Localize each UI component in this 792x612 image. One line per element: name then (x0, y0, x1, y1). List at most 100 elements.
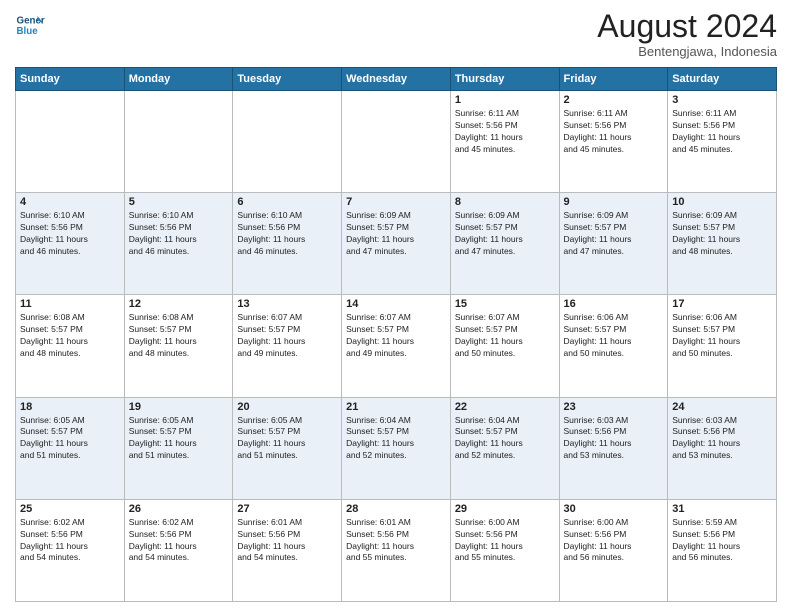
day-number: 11 (20, 298, 120, 310)
weekday-header-tuesday: Tuesday (233, 68, 342, 91)
calendar-cell: 30Sunrise: 6:00 AM Sunset: 5:56 PM Dayli… (559, 499, 668, 601)
day-number: 2 (564, 94, 664, 106)
calendar-cell: 9 Sunrise: 6:09 AM Sunset: 5:57 PM Daylig… (559, 193, 668, 295)
day-number: 22 (455, 401, 555, 413)
day-number: 15 (455, 298, 555, 310)
calendar-cell: 7 Sunrise: 6:09 AM Sunset: 5:57 PM Daylig… (342, 193, 451, 295)
calendar-cell: 18Sunrise: 6:05 AM Sunset: 5:57 PM Dayli… (16, 397, 125, 499)
day-info: Sunrise: 6:01 AM Sunset: 5:56 PM Dayligh… (346, 517, 446, 565)
day-info: Sunrise: 6:06 AM Sunset: 5:57 PM Dayligh… (564, 312, 664, 360)
month-year: August 2024 (597, 10, 777, 42)
day-number: 20 (237, 401, 337, 413)
calendar-cell: 17Sunrise: 6:06 AM Sunset: 5:57 PM Dayli… (668, 295, 777, 397)
day-info: Sunrise: 6:05 AM Sunset: 5:57 PM Dayligh… (129, 415, 229, 463)
day-info: Sunrise: 6:04 AM Sunset: 5:57 PM Dayligh… (455, 415, 555, 463)
calendar-cell: 31 Sunrise: 5:59 AM Sunset: 5:56 PM Dayli… (668, 499, 777, 601)
day-number: 26 (129, 503, 229, 515)
calendar-cell: 2Sunrise: 6:11 AM Sunset: 5:56 PM Daylig… (559, 91, 668, 193)
calendar-cell: 13 Sunrise: 6:07 AM Sunset: 5:57 PM Dayli… (233, 295, 342, 397)
day-info: Sunrise: 6:04 AM Sunset: 5:57 PM Dayligh… (346, 415, 446, 463)
calendar-cell (342, 91, 451, 193)
day-info: Sunrise: 6:10 AM Sunset: 5:56 PM Dayligh… (237, 210, 337, 258)
calendar-cell: 14Sunrise: 6:07 AM Sunset: 5:57 PM Dayli… (342, 295, 451, 397)
calendar-cell (16, 91, 125, 193)
week-row-2: 4 Sunrise: 6:10 AM Sunset: 5:56 PM Daylig… (16, 193, 777, 295)
calendar-cell (124, 91, 233, 193)
day-number: 27 (237, 503, 337, 515)
calendar-cell: 11 Sunrise: 6:08 AM Sunset: 5:57 PM Dayli… (16, 295, 125, 397)
day-number: 7 (346, 196, 446, 208)
calendar-cell: 5 Sunrise: 6:10 AM Sunset: 5:56 PM Daylig… (124, 193, 233, 295)
day-number: 9 (564, 196, 664, 208)
day-info: Sunrise: 6:09 AM Sunset: 5:57 PM Dayligh… (564, 210, 664, 258)
week-row-1: 1 Sunrise: 6:11 AM Sunset: 5:56 PM Daylig… (16, 91, 777, 193)
svg-text:Blue: Blue (17, 26, 39, 37)
title-block: August 2024 Bentengjawa, Indonesia (597, 10, 777, 59)
day-info: Sunrise: 6:08 AM Sunset: 5:57 PM Dayligh… (129, 312, 229, 360)
calendar-table: SundayMondayTuesdayWednesdayThursdayFrid… (15, 67, 777, 602)
calendar-cell: 29 Sunrise: 6:00 AM Sunset: 5:56 PM Dayli… (450, 499, 559, 601)
day-info: Sunrise: 6:00 AM Sunset: 5:56 PM Dayligh… (455, 517, 555, 565)
day-number: 24 (672, 401, 772, 413)
day-info: Sunrise: 6:10 AM Sunset: 5:56 PM Dayligh… (20, 210, 120, 258)
day-info: Sunrise: 6:03 AM Sunset: 5:56 PM Dayligh… (672, 415, 772, 463)
day-number: 19 (129, 401, 229, 413)
day-info: Sunrise: 6:09 AM Sunset: 5:57 PM Dayligh… (346, 210, 446, 258)
calendar-cell: 12Sunrise: 6:08 AM Sunset: 5:57 PM Dayli… (124, 295, 233, 397)
calendar-cell: 3 Sunrise: 6:11 AM Sunset: 5:56 PM Daylig… (668, 91, 777, 193)
day-number: 4 (20, 196, 120, 208)
day-number: 18 (20, 401, 120, 413)
day-number: 5 (129, 196, 229, 208)
header: General Blue August 2024 Bentengjawa, In… (15, 10, 777, 59)
calendar-cell: 8Sunrise: 6:09 AM Sunset: 5:57 PM Daylig… (450, 193, 559, 295)
day-info: Sunrise: 6:07 AM Sunset: 5:57 PM Dayligh… (237, 312, 337, 360)
day-number: 30 (564, 503, 664, 515)
day-info: Sunrise: 6:11 AM Sunset: 5:56 PM Dayligh… (455, 108, 555, 156)
day-number: 17 (672, 298, 772, 310)
logo-icon: General Blue (15, 10, 45, 40)
page: General Blue August 2024 Bentengjawa, In… (0, 0, 792, 612)
day-info: Sunrise: 6:07 AM Sunset: 5:57 PM Dayligh… (455, 312, 555, 360)
calendar-cell: 27 Sunrise: 6:01 AM Sunset: 5:56 PM Dayli… (233, 499, 342, 601)
day-number: 29 (455, 503, 555, 515)
day-number: 16 (564, 298, 664, 310)
week-row-5: 25 Sunrise: 6:02 AM Sunset: 5:56 PM Dayli… (16, 499, 777, 601)
calendar-cell: 24 Sunrise: 6:03 AM Sunset: 5:56 PM Dayli… (668, 397, 777, 499)
day-info: Sunrise: 6:02 AM Sunset: 5:56 PM Dayligh… (20, 517, 120, 565)
weekday-header-thursday: Thursday (450, 68, 559, 91)
calendar-cell (233, 91, 342, 193)
calendar-cell: 23 Sunrise: 6:03 AM Sunset: 5:56 PM Dayli… (559, 397, 668, 499)
calendar-cell: 16 Sunrise: 6:06 AM Sunset: 5:57 PM Dayli… (559, 295, 668, 397)
weekday-header-monday: Monday (124, 68, 233, 91)
day-info: Sunrise: 6:08 AM Sunset: 5:57 PM Dayligh… (20, 312, 120, 360)
day-number: 31 (672, 503, 772, 515)
day-info: Sunrise: 5:59 AM Sunset: 5:56 PM Dayligh… (672, 517, 772, 565)
day-number: 21 (346, 401, 446, 413)
day-number: 8 (455, 196, 555, 208)
calendar-cell: 1 Sunrise: 6:11 AM Sunset: 5:56 PM Daylig… (450, 91, 559, 193)
day-info: Sunrise: 6:11 AM Sunset: 5:56 PM Dayligh… (672, 108, 772, 156)
logo: General Blue (15, 10, 45, 40)
day-info: Sunrise: 6:10 AM Sunset: 5:56 PM Dayligh… (129, 210, 229, 258)
day-number: 23 (564, 401, 664, 413)
calendar-cell: 6Sunrise: 6:10 AM Sunset: 5:56 PM Daylig… (233, 193, 342, 295)
day-info: Sunrise: 6:03 AM Sunset: 5:56 PM Dayligh… (564, 415, 664, 463)
day-number: 3 (672, 94, 772, 106)
day-info: Sunrise: 6:01 AM Sunset: 5:56 PM Dayligh… (237, 517, 337, 565)
day-number: 10 (672, 196, 772, 208)
weekday-header-row: SundayMondayTuesdayWednesdayThursdayFrid… (16, 68, 777, 91)
calendar-cell: 19 Sunrise: 6:05 AM Sunset: 5:57 PM Dayli… (124, 397, 233, 499)
day-number: 25 (20, 503, 120, 515)
calendar-cell: 4 Sunrise: 6:10 AM Sunset: 5:56 PM Daylig… (16, 193, 125, 295)
day-number: 28 (346, 503, 446, 515)
weekday-header-friday: Friday (559, 68, 668, 91)
week-row-3: 11 Sunrise: 6:08 AM Sunset: 5:57 PM Dayli… (16, 295, 777, 397)
day-number: 1 (455, 94, 555, 106)
weekday-header-saturday: Saturday (668, 68, 777, 91)
day-number: 13 (237, 298, 337, 310)
day-info: Sunrise: 6:02 AM Sunset: 5:56 PM Dayligh… (129, 517, 229, 565)
calendar-cell: 10Sunrise: 6:09 AM Sunset: 5:57 PM Dayli… (668, 193, 777, 295)
calendar-cell: 28 Sunrise: 6:01 AM Sunset: 5:56 PM Dayli… (342, 499, 451, 601)
location: Bentengjawa, Indonesia (597, 44, 777, 59)
calendar-cell: 22 Sunrise: 6:04 AM Sunset: 5:57 PM Dayli… (450, 397, 559, 499)
